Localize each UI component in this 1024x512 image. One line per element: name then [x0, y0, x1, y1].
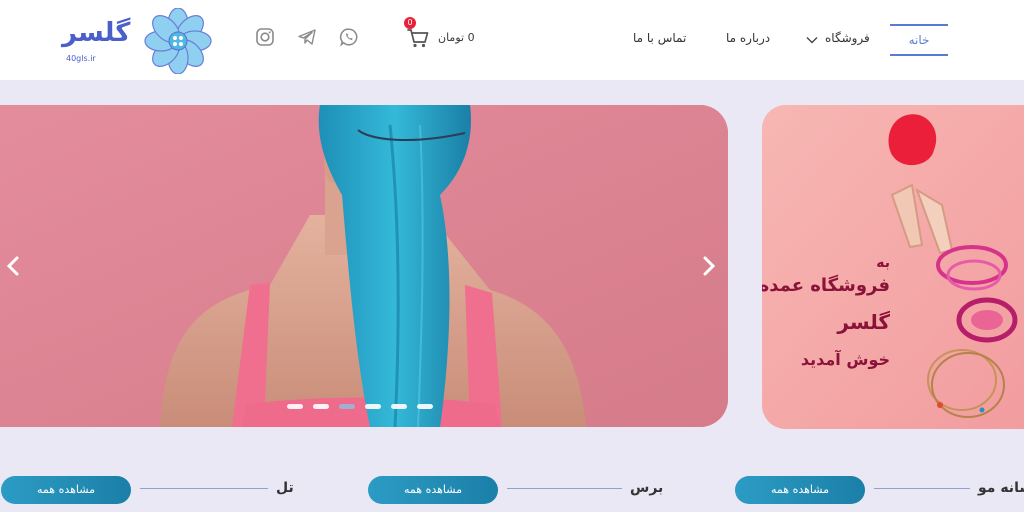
slider-image — [0, 105, 728, 427]
slider-dot[interactable] — [391, 404, 407, 409]
telegram-icon[interactable] — [297, 27, 317, 47]
slider-dot[interactable] — [313, 404, 329, 409]
slider-prev-arrow[interactable] — [2, 254, 24, 278]
site-header: گلسر 40gls.ir 0 0 تومان تماس با ما دربار… — [0, 0, 1024, 80]
banner-line-2: فروشگاه عمده — [762, 275, 890, 296]
chevron-down-icon[interactable] — [805, 33, 819, 47]
slider-next-arrow[interactable] — [698, 254, 720, 278]
site-logo[interactable]: گلسر 40gls.ir — [60, 8, 215, 74]
cart-total: 0 تومان — [438, 31, 475, 44]
flower-logo-icon — [144, 8, 212, 74]
instagram-icon[interactable] — [255, 27, 275, 47]
banner-image — [762, 105, 1024, 429]
nav-home[interactable]: خانه — [890, 24, 948, 56]
cart-count-badge: 0 — [404, 17, 416, 29]
slider-dot[interactable] — [417, 404, 433, 409]
banner-line-3: گلسر — [837, 310, 890, 334]
view-all-button[interactable]: مشاهده همه — [735, 476, 865, 504]
hero-slider[interactable] — [0, 105, 728, 427]
slider-dot[interactable] — [365, 404, 381, 409]
nav-contact[interactable]: تماس با ما — [633, 31, 686, 45]
category-divider — [140, 488, 268, 489]
category-title: برس — [630, 480, 664, 496]
nav-about[interactable]: درباره ما — [726, 31, 770, 45]
banner-line-4: خوش آمدید — [800, 350, 890, 369]
whatsapp-icon[interactable] — [339, 27, 359, 47]
category-divider — [874, 488, 970, 489]
banner-line-1: به — [876, 255, 890, 271]
slider-dot-active[interactable] — [339, 404, 355, 409]
cart-button[interactable]: 0 — [404, 17, 432, 50]
category-title: شانه مو — [978, 480, 1024, 496]
welcome-banner[interactable]: به فروشگاه عمده گلسر خوش آمدید — [762, 105, 1024, 429]
logo-site: 40gls.ir — [66, 54, 96, 63]
view-all-button[interactable]: مشاهده همه — [1, 476, 131, 504]
category-divider — [507, 488, 622, 489]
slider-dot[interactable] — [287, 404, 303, 409]
category-title: تل — [276, 480, 294, 496]
nav-shop[interactable]: فروشگاه — [825, 31, 870, 45]
view-all-button[interactable]: مشاهده همه — [368, 476, 498, 504]
slider-dots — [287, 404, 433, 409]
logo-text: گلسر — [62, 18, 131, 48]
